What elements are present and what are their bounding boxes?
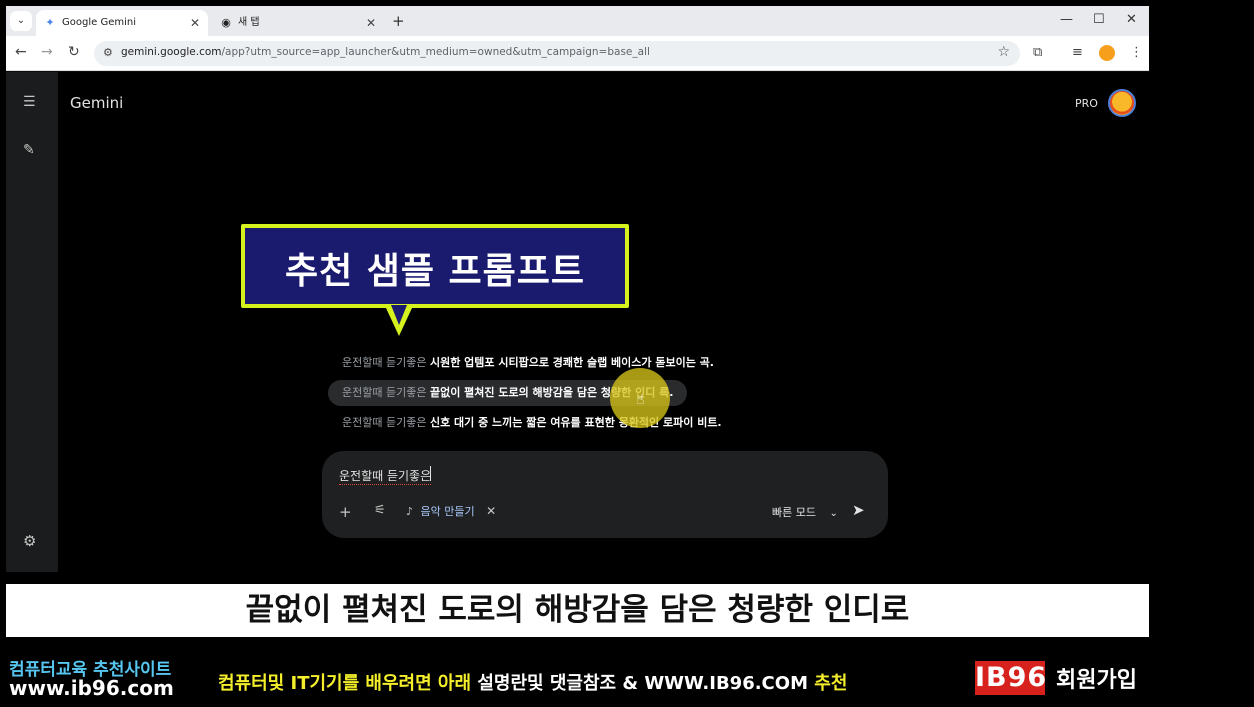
chevron-down-icon: ⌄ — [829, 508, 838, 519]
new-tab-button[interactable]: + — [392, 11, 405, 31]
hand-cursor-icon: ☝ — [636, 392, 645, 408]
chip-label: 음악 만들기 — [420, 505, 475, 518]
tab-close-icon[interactable]: ✕ — [366, 10, 376, 36]
new-chat-icon[interactable]: ✎ — [23, 142, 35, 158]
pro-badge: PRO — [1075, 97, 1098, 110]
user-avatar[interactable] — [1108, 89, 1136, 117]
back-icon[interactable]: ← — [15, 44, 27, 60]
maximize-icon[interactable]: ☐ — [1093, 12, 1105, 27]
join-text: 회원가입 — [1056, 668, 1137, 693]
tab-label: 새 탭 — [238, 17, 260, 28]
browser-toolbar: ← → ↻ ⚙ gemini.google.com/app?utm_source… — [6, 36, 1149, 71]
text-caret — [430, 466, 431, 481]
tab-bar: ⌄ ✦ Google Gemini ✕ ◉ 새 탭 ✕ + — ☐ ✕ — [6, 6, 1149, 36]
gemini-app: ☰ ✎ ⚙ Gemini PRO 추천 샘플 프롬프트 운전할때 듣기좋은 시원… — [6, 72, 1149, 572]
chip-close-icon[interactable]: ✕ — [486, 504, 496, 518]
tools-icon[interactable]: ⚟ — [374, 503, 386, 518]
browser-window: ⌄ ✦ Google Gemini ✕ ◉ 새 탭 ✕ + — ☐ ✕ ← → … — [6, 6, 1149, 572]
callout-title: 추천 샘플 프롬프트 — [284, 251, 586, 292]
bookmark-star-icon[interactable]: ☆ — [997, 44, 1010, 60]
footer-message: 컴퓨터및 IT기기를 배우려면 아래 설명란및 댓글참조 & WWW.IB96.… — [218, 673, 848, 694]
extensions-icon[interactable]: ⧉ — [1033, 45, 1042, 60]
site-info-icon[interactable]: ⚙ — [103, 46, 113, 59]
chrome-icon: ◉ — [221, 16, 231, 29]
suggestion-item[interactable]: 운전할때 듣기좋은 신호 대기 중 느끼는 짧은 여유를 표현한 몽환적인 로파… — [328, 410, 736, 436]
tab-label: Google Gemini — [62, 17, 136, 28]
url-text: gemini.google.com/app?utm_source=app_lau… — [121, 46, 650, 58]
kebab-menu-icon[interactable]: ⋮ — [1130, 45, 1143, 60]
prompt-input-box[interactable]: 운전할때 듣기좋은 + ⚟ ♪ 음악 만들기 ✕ 빠른 모드 ⌄ ➤ — [322, 451, 888, 538]
media-control-icon[interactable]: ≡ — [1072, 45, 1083, 60]
tab-search-button[interactable]: ⌄ — [10, 11, 32, 31]
ib96-logo: IB96 — [975, 661, 1048, 695]
mode-selector[interactable]: 빠른 모드 ⌄ — [772, 504, 838, 520]
mode-label: 빠른 모드 — [772, 506, 816, 519]
gemini-sparkle-icon: ✦ — [45, 16, 55, 29]
callout-box: 추천 샘플 프롬프트 — [241, 224, 629, 308]
close-window-icon[interactable]: ✕ — [1126, 12, 1137, 27]
tab-new-tab[interactable]: ◉ 새 탭 ✕ — [212, 10, 384, 36]
forward-icon[interactable]: → — [41, 44, 53, 60]
address-bar[interactable]: ⚙ gemini.google.com/app?utm_source=app_l… — [94, 41, 1020, 66]
footer-site: www.ib96.com — [9, 676, 174, 700]
video-subtitle: 끝없이 펼쳐진 도로의 해방감을 담은 청량한 인디로 — [6, 584, 1149, 637]
tab-close-icon[interactable]: ✕ — [190, 10, 200, 36]
music-note-icon: ♪ — [406, 505, 414, 518]
profile-avatar[interactable] — [1099, 45, 1115, 61]
suggestion-item[interactable]: 운전할때 듣기좋은 시원한 업템포 시티팝으로 경쾌한 슬랩 베이스가 돋보이는… — [328, 350, 728, 376]
minimize-icon[interactable]: — — [1060, 12, 1073, 27]
reload-icon[interactable]: ↻ — [68, 44, 80, 60]
callout-pointer-inner — [391, 305, 407, 325]
menu-icon[interactable]: ☰ — [23, 94, 36, 110]
tab-google-gemini[interactable]: ✦ Google Gemini ✕ — [36, 10, 208, 36]
app-title: Gemini — [70, 94, 124, 112]
prompt-input[interactable]: 운전할때 듣기좋은 — [339, 467, 432, 485]
send-icon[interactable]: ➤ — [852, 501, 865, 519]
add-icon[interactable]: + — [339, 503, 352, 521]
music-tool-chip[interactable]: ♪ 음악 만들기 ✕ — [406, 499, 496, 523]
settings-gear-icon[interactable]: ⚙ — [23, 532, 36, 550]
sidebar: ☰ ✎ ⚙ — [6, 72, 58, 572]
